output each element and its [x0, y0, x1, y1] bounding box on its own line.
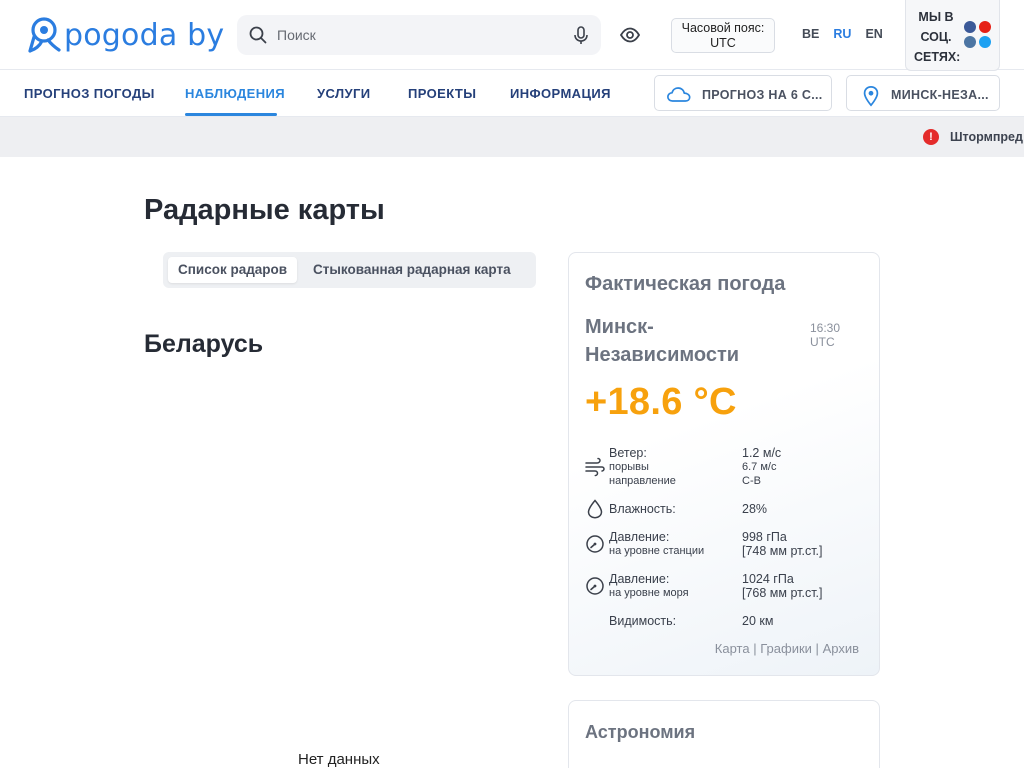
logo-text: pogoda by: [64, 17, 225, 53]
timezone-label: Часовой пояс:: [681, 21, 765, 35]
astronomy-title: Астрономия: [585, 722, 696, 742]
social-label: МЫ В СОЦ. СЕТЯХ:: [914, 10, 961, 64]
forecast-period-label: ПРОГНОЗ НА 6 С...: [702, 88, 823, 102]
wind-labels: Ветер: порывы направление: [609, 446, 676, 487]
gauge-icon: [586, 577, 604, 595]
humidity-value: 28%: [742, 502, 768, 516]
wind-values: 1.2 м/с 6.7 м/с С-В: [742, 446, 782, 487]
nav-projects[interactable]: ПРОЕКТЫ: [408, 86, 476, 101]
eye-icon[interactable]: [619, 25, 641, 45]
pressure-sea-values: 1024 гПа [768 мм рт.ст.]: [742, 572, 823, 600]
social-block: МЫ В СОЦ. СЕТЯХ:: [905, 0, 1000, 71]
facebook-icon[interactable]: [964, 21, 976, 33]
logo-icon: [28, 17, 61, 53]
tab-merged-radar-map[interactable]: Стыкованная радарная карта: [303, 257, 521, 283]
top-bar: pogoda by Часовой пояс: UTC BE RU EN МЫ В …: [0, 0, 1024, 71]
alert-icon: !: [923, 129, 939, 145]
active-tab-indicator: [185, 113, 277, 116]
lang-en[interactable]: EN: [865, 27, 882, 41]
tab-radar-list[interactable]: Список радаров: [168, 257, 298, 283]
timezone-value: UTC: [710, 36, 736, 50]
timezone-selector[interactable]: Часовой пояс: UTC: [671, 18, 775, 53]
site-logo[interactable]: pogoda by: [26, 14, 224, 56]
charts-link[interactable]: Графики: [760, 641, 812, 656]
radar-tabs: Список радаров Стыкованная радарная карт…: [163, 252, 536, 288]
forecast-period-button[interactable]: ПРОГНОЗ НА 6 С...: [654, 75, 832, 111]
nav-forecast[interactable]: ПРОГНОЗ ПОГОДЫ: [24, 86, 155, 101]
main-nav: ПРОГНОЗ ПОГОДЫ НАБЛЮДЕНИЯ УСЛУГИ ПРОЕКТЫ…: [0, 70, 1024, 117]
page-title: Радарные карты: [144, 194, 385, 226]
current-weather-card: Фактическая погода Минск-Независимости 1…: [568, 252, 880, 676]
location-label: МИНСК-НЕЗА...: [891, 88, 989, 102]
lang-be[interactable]: BE: [802, 27, 819, 41]
location-button[interactable]: МИНСК-НЕЗА...: [846, 75, 1000, 111]
microphone-icon[interactable]: [571, 25, 591, 45]
vk-icon[interactable]: [964, 36, 976, 48]
storm-warning-band[interactable]: ! Штормпред: [0, 117, 1024, 157]
nav-information[interactable]: ИНФОРМАЦИЯ: [510, 86, 611, 101]
youtube-icon[interactable]: [979, 21, 991, 33]
lang-ru[interactable]: RU: [833, 27, 851, 41]
observation-time: 16:30 UTC: [810, 321, 841, 349]
cloud-icon: [667, 87, 691, 102]
wind-icon: [585, 457, 605, 477]
pressure-sea-labels: Давление: на уровне моря: [609, 572, 689, 599]
visibility-label: Видимость:: [609, 614, 677, 628]
search-icon: [249, 26, 267, 44]
search-input[interactable]: [277, 15, 557, 55]
map-link[interactable]: Карта: [715, 641, 750, 656]
pressure-station-labels: Давление: на уровне станции: [609, 530, 705, 557]
weather-links: Карта | Графики | Архив: [714, 641, 859, 656]
nav-observations[interactable]: НАБЛЮДЕНИЯ: [185, 86, 285, 101]
humidity-label: Влажность:: [609, 502, 676, 516]
visibility-value: 20 км: [742, 614, 774, 628]
astronomy-card: Астрономия: [568, 700, 880, 768]
nav-services[interactable]: УСЛУГИ: [317, 86, 370, 101]
droplet-icon: [587, 499, 603, 519]
location-pin-icon: [863, 85, 879, 107]
pressure-station-values: 998 гПа [748 мм рт.ст.]: [742, 530, 823, 558]
country-heading: Беларусь: [144, 330, 264, 358]
twitter-icon[interactable]: [979, 36, 991, 48]
no-data-message: Нет данных: [298, 751, 380, 768]
gauge-icon: [586, 535, 604, 553]
temperature-value: +18.6 °C: [585, 381, 737, 423]
current-weather-title: Фактическая погода: [585, 273, 786, 295]
search-bar[interactable]: [237, 15, 601, 55]
archive-link[interactable]: Архив: [823, 641, 859, 656]
language-switcher: BE RU EN: [802, 27, 897, 41]
alert-text: Штормпред: [950, 130, 1023, 144]
station-name[interactable]: Минск-Независимости: [585, 313, 785, 369]
